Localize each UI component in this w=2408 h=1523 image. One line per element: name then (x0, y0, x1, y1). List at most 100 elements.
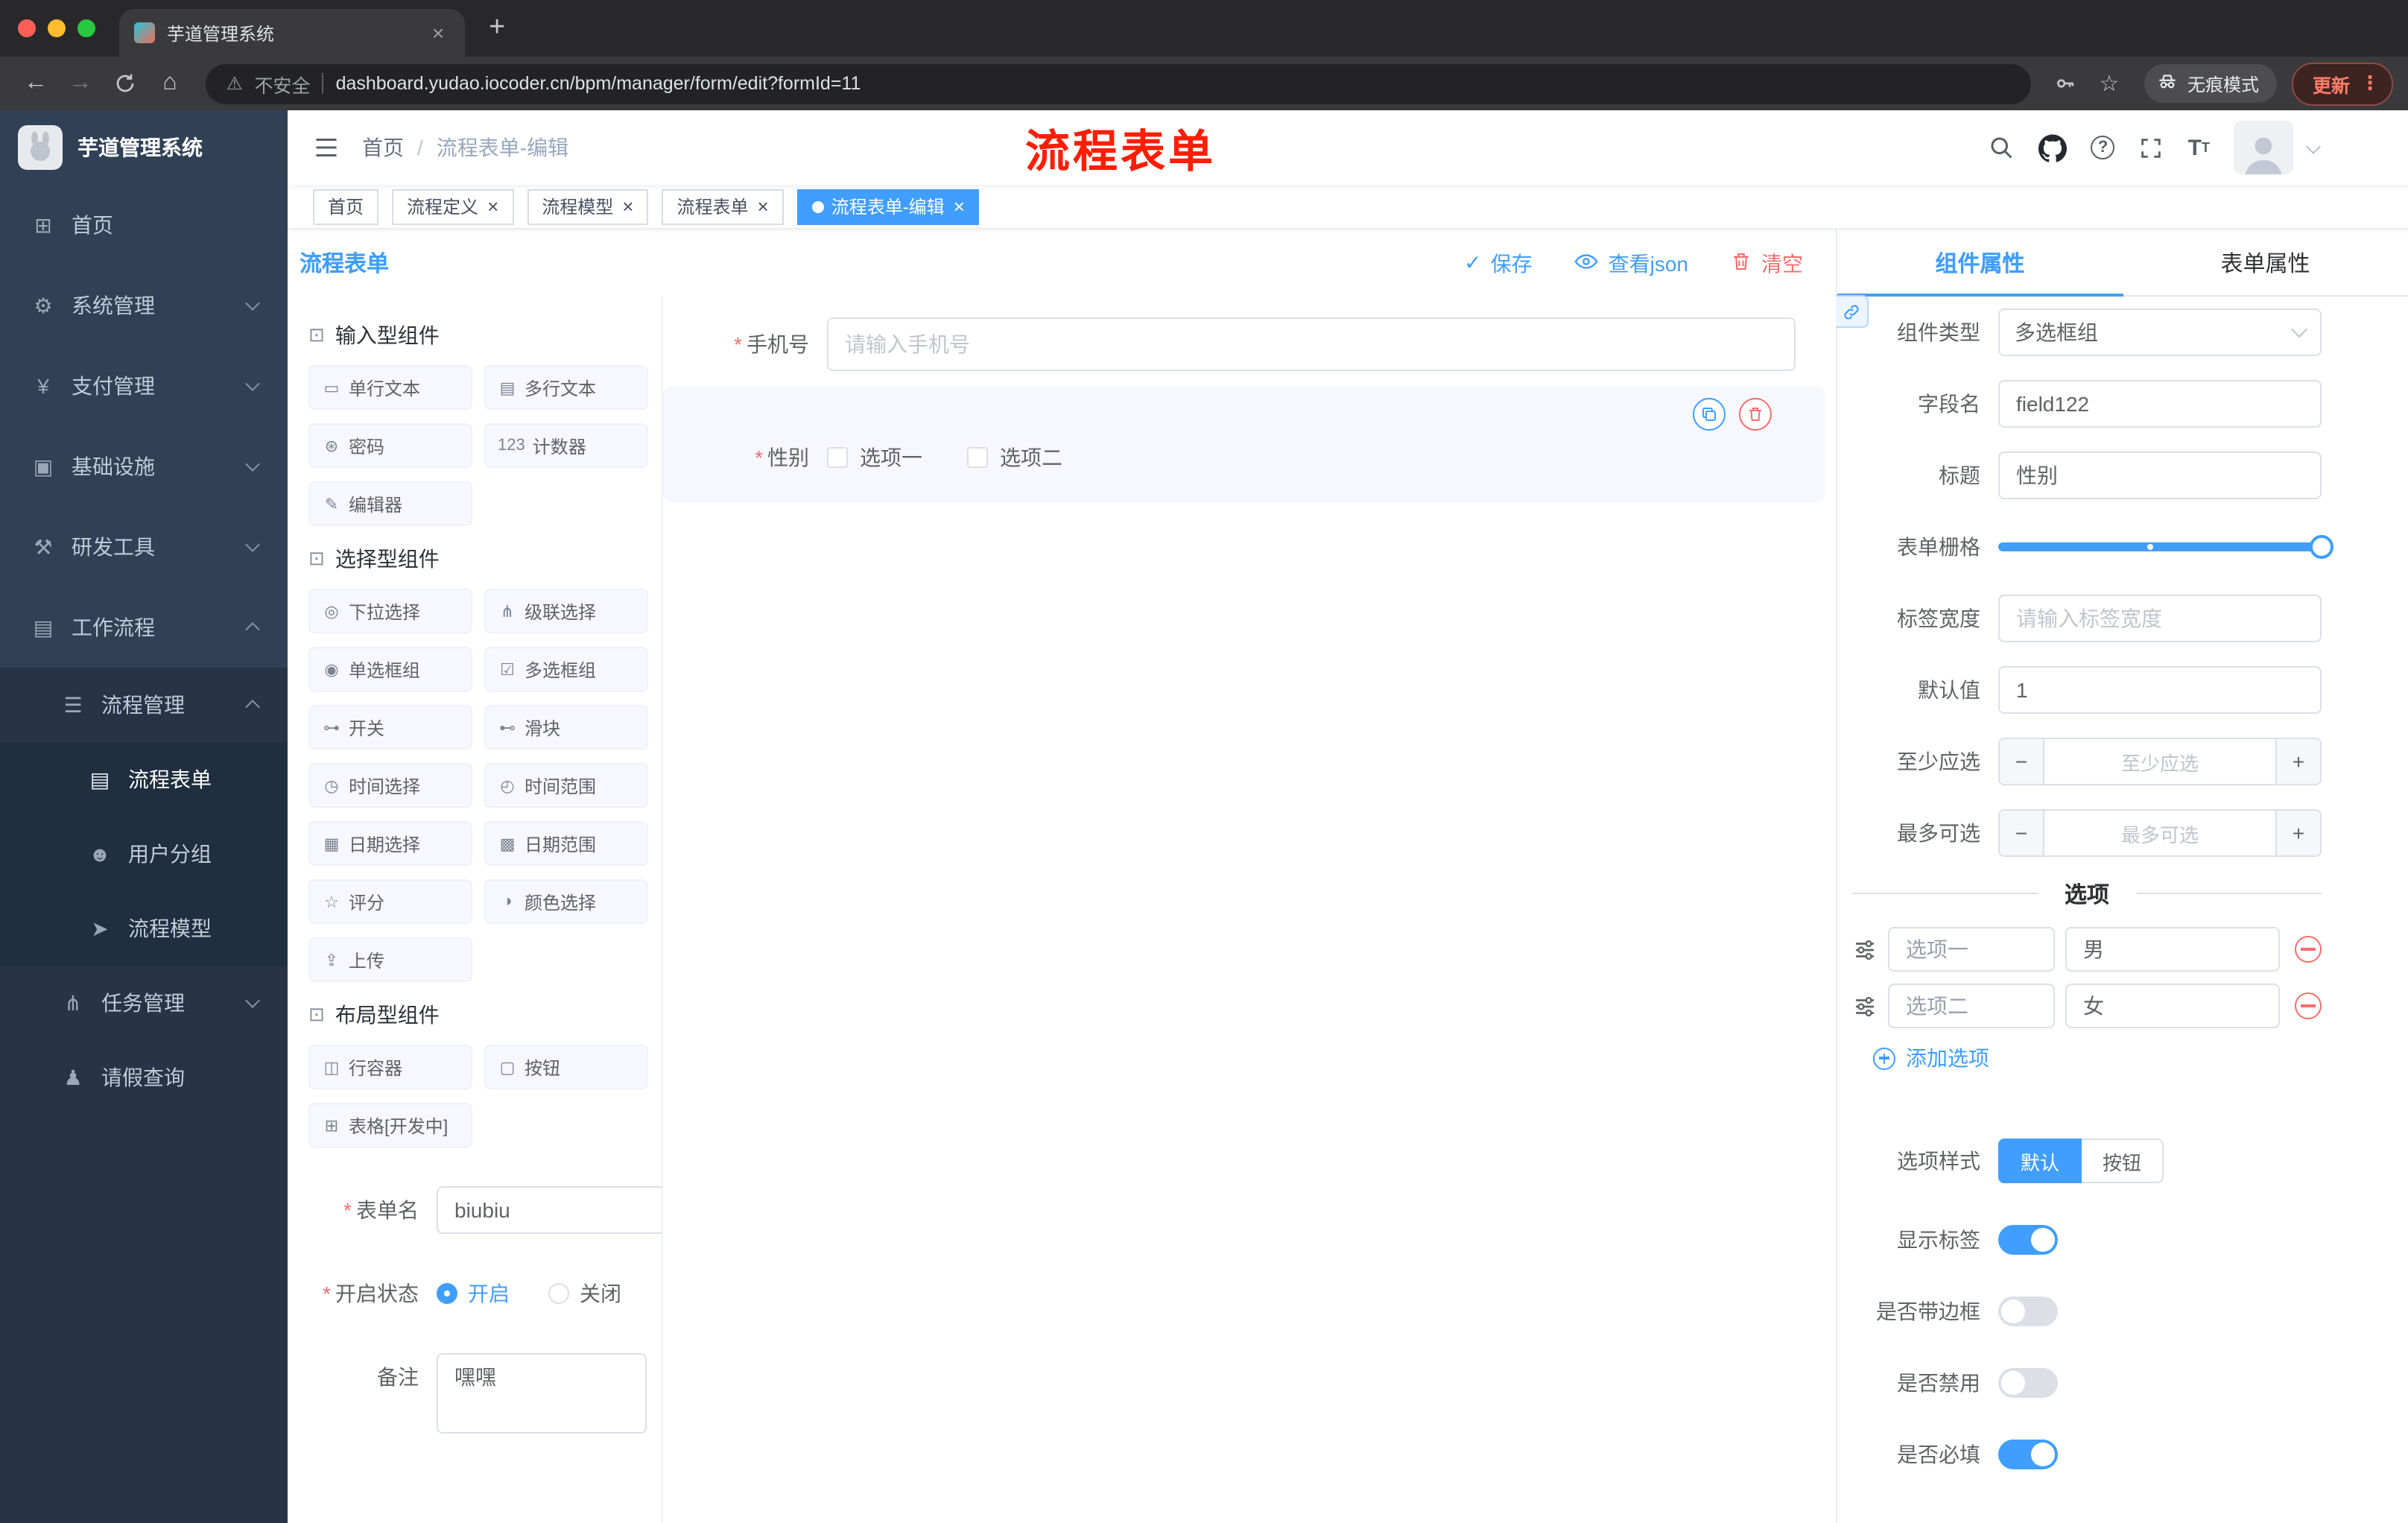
max-select-value[interactable]: 最多可选 (2044, 811, 2275, 855)
component-item-row-container[interactable]: ◫ 行容器 (308, 1045, 472, 1089)
disabled-switch[interactable] (1998, 1368, 2058, 1398)
component-item-counter[interactable]: 123 计数器 (484, 423, 648, 468)
sidebar-item-devtools[interactable]: ⚒ 研发工具 (0, 507, 288, 587)
slider-handle[interactable] (2310, 535, 2333, 559)
add-option-button[interactable]: 添加选项 (1873, 1043, 2322, 1073)
browser-tab[interactable]: 芋道管理系统 × (119, 9, 465, 57)
form-canvas[interactable]: * 手机号 请输入手机号 * 性别 选项一 选项二 (663, 297, 1836, 1523)
sidebar-item-home[interactable]: ⊞ 首页 (0, 185, 288, 265)
bookmark-star-icon[interactable]: ☆ (2089, 70, 2129, 97)
update-button[interactable]: 更新 ⋮ (2291, 62, 2393, 105)
clear-button[interactable]: 清空 (1730, 248, 1803, 278)
tag-close-icon[interactable]: × (487, 195, 498, 218)
phone-field-row[interactable]: * 手机号 (663, 317, 1825, 371)
option-drag-handle-icon[interactable] (1852, 937, 1878, 962)
component-item-cascader[interactable]: ⋔ 级联选择 (484, 589, 648, 633)
component-item-color-picker[interactable]: ◑ 颜色选择 (484, 879, 648, 924)
sidebar-item-task-management[interactable]: ⋔ 任务管理 (0, 966, 288, 1040)
component-item-editor[interactable]: ✎ 编辑器 (308, 481, 472, 526)
default-value-input[interactable] (1998, 666, 2322, 714)
option-value-input[interactable] (2065, 927, 2280, 972)
sidebar-item-system-management[interactable]: ⚙ 系统管理 (0, 265, 288, 346)
option-label-input[interactable] (1888, 984, 2055, 1028)
component-item-single-line-text[interactable]: ▭ 单行文本 (308, 365, 472, 410)
stepper-increase-button[interactable]: + (2275, 739, 2320, 784)
kebab-menu-icon[interactable]: ⋮ (2360, 72, 2380, 95)
field-name-input[interactable] (1998, 380, 2322, 428)
component-item-date-range[interactable]: ▩ 日期范围 (484, 821, 648, 866)
key-icon[interactable] (2046, 72, 2086, 95)
border-switch[interactable] (1998, 1296, 2058, 1326)
status-radio-off[interactable]: 关闭 (548, 1279, 621, 1308)
grid-slider[interactable] (1998, 523, 2333, 571)
option-style-default-button[interactable]: 默认 (1998, 1139, 2082, 1183)
avatar-caret-icon[interactable] (2306, 139, 2321, 153)
sidebar-item-infrastructure[interactable]: ▣ 基础设施 (0, 426, 288, 507)
close-window-button[interactable] (18, 19, 36, 37)
tag-home[interactable]: 首页 (313, 189, 379, 224)
link-badge[interactable] (1836, 295, 1869, 328)
view-json-button[interactable]: 查看json (1574, 248, 1688, 278)
status-radio-on[interactable]: 开启 (437, 1279, 510, 1308)
tag-close-icon[interactable]: × (954, 195, 965, 218)
component-item-select[interactable]: ◎ 下拉选择 (308, 589, 472, 633)
component-item-time-range[interactable]: ◴ 时间范围 (484, 763, 648, 808)
tag-close-icon[interactable]: × (758, 195, 769, 218)
new-tab-button[interactable]: + (489, 12, 505, 45)
sidebar-item-leave-query[interactable]: ♟ 请假查询 (0, 1040, 288, 1115)
stepper-decrease-button[interactable]: − (2000, 811, 2044, 855)
phone-input[interactable] (827, 317, 1796, 371)
show-label-switch[interactable] (1998, 1225, 2058, 1255)
gender-option-1-checkbox[interactable]: 选项一 (827, 443, 922, 472)
component-item-switch[interactable]: ⊶ 开关 (308, 705, 472, 750)
security-label[interactable]: 不安全 (255, 69, 311, 98)
title-input[interactable] (1998, 452, 2322, 499)
tag-process-form-edit[interactable]: 流程表单-编辑 × (796, 189, 980, 224)
help-icon[interactable]: ? (2091, 136, 2115, 159)
sidebar-item-user-group[interactable]: ☻ 用户分组 (0, 817, 288, 891)
tab-close-icon[interactable]: × (426, 21, 450, 45)
stepper-decrease-button[interactable]: − (2000, 739, 2044, 784)
component-item-checkbox-group[interactable]: ☑ 多选框组 (484, 647, 648, 691)
address-bar[interactable]: ⚠ 不安全 dashboard.yudao.iocoder.cn/bpm/man… (206, 63, 2031, 104)
fullscreen-icon[interactable] (2139, 135, 2164, 160)
github-icon[interactable] (2038, 133, 2068, 162)
stepper-increase-button[interactable]: + (2275, 811, 2320, 855)
tab-form-props[interactable]: 表单属性 (2123, 229, 2408, 295)
component-item-table[interactable]: ⊞ 表格[开发中] (308, 1103, 472, 1147)
minimize-window-button[interactable] (48, 19, 66, 37)
component-item-multi-line-text[interactable]: ▤ 多行文本 (484, 365, 648, 410)
sidebar-item-workflow[interactable]: ▤ 工作流程 (0, 587, 288, 668)
forward-button[interactable]: → (60, 63, 101, 104)
component-item-button[interactable]: ▢ 按钮 (484, 1045, 648, 1089)
zoom-window-button[interactable] (77, 19, 95, 37)
reload-button[interactable] (104, 63, 146, 104)
component-item-rate[interactable]: ☆ 评分 (308, 879, 472, 924)
option-remove-button[interactable] (2295, 992, 2322, 1019)
option-remove-button[interactable] (2295, 936, 2322, 963)
tag-process-model[interactable]: 流程模型 × (527, 189, 649, 224)
min-select-value[interactable]: 至少应选 (2044, 739, 2275, 784)
option-label-input[interactable] (1888, 927, 2055, 972)
remark-textarea[interactable]: 嘿嘿 (437, 1353, 647, 1434)
tag-process-definition[interactable]: 流程定义 × (392, 189, 514, 224)
tag-process-form[interactable]: 流程表单 × (662, 189, 784, 224)
font-size-icon[interactable]: TT (2188, 135, 2210, 160)
tab-component-props[interactable]: 组件属性 (1837, 229, 2123, 297)
breadcrumb-home[interactable]: 首页 (362, 133, 404, 162)
save-button[interactable]: ✓ 保存 (1464, 248, 1532, 278)
tag-close-icon[interactable]: × (622, 195, 633, 218)
gender-field-row-selected[interactable]: * 性别 选项一 选项二 (663, 386, 1825, 502)
sidebar-item-process-form[interactable]: ▤ 流程表单 (0, 742, 288, 817)
option-style-button-button[interactable]: 按钮 (2082, 1139, 2164, 1183)
gender-option-2-checkbox[interactable]: 选项二 (967, 443, 1062, 472)
component-item-radio-group[interactable]: ◉ 单选框组 (308, 647, 472, 691)
search-icon[interactable] (1989, 134, 2015, 161)
home-button[interactable]: ⌂ (149, 63, 191, 104)
component-item-slider[interactable]: ⊷ 滑块 (484, 705, 648, 750)
delete-widget-button[interactable] (1739, 398, 1772, 431)
component-item-time-picker[interactable]: ◷ 时间选择 (308, 763, 472, 808)
component-item-password[interactable]: ⊛ 密码 (308, 423, 472, 468)
required-switch[interactable] (1998, 1440, 2058, 1469)
component-item-date-picker[interactable]: ▦ 日期选择 (308, 821, 472, 866)
